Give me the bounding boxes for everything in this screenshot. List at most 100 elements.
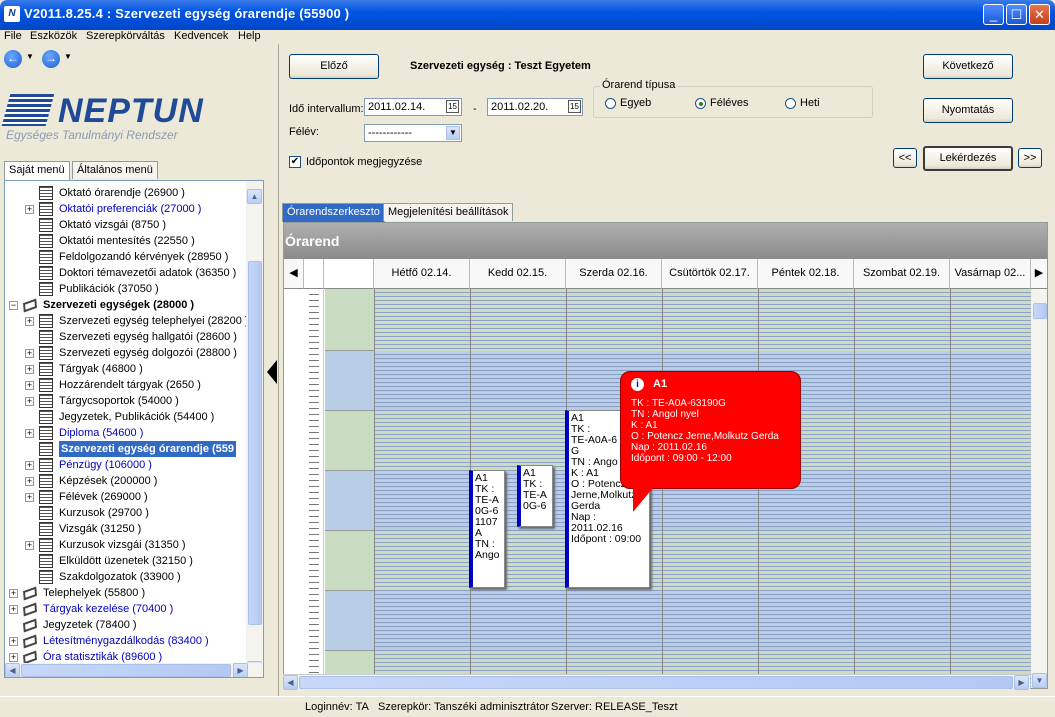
minimize-button[interactable]: _ [983,4,1004,25]
tab-altalanos-menu[interactable]: Általános menü [72,161,158,179]
date-from-value: 2011.02.14. [368,101,426,113]
expand-icon[interactable]: + [25,365,34,374]
tree-item[interactable]: Jegyzetek, Publikációk (54400 ) [5,409,245,425]
tree-vscrollbar[interactable]: ▲ ▼ [246,181,263,676]
grid-scroll-left-icon[interactable]: ◀ [283,675,298,690]
timetable-lane[interactable] [374,289,1031,351]
menu-file[interactable]: File [4,30,22,42]
hscroll-thumb[interactable] [21,664,231,677]
back-week-button[interactable]: << [893,148,917,168]
tree-item[interactable]: Feldolgozandó kérvények (28950 ) [5,249,245,265]
expand-icon[interactable]: + [9,653,18,662]
expand-icon[interactable]: + [9,589,18,598]
menu-help[interactable]: Help [238,30,261,42]
next-button[interactable]: Következő [923,54,1013,79]
scroll-up-icon[interactable]: ▲ [247,189,262,204]
tree-item[interactable]: Kurzusok (29700 ) [5,505,245,521]
prev-button[interactable]: Előző [289,54,379,79]
tree-item[interactable]: − Szervezeti egységek (28000 ) [5,297,245,313]
print-button[interactable]: Nyomtatás [923,98,1013,123]
grid-scroll-right-icon[interactable]: ▶ [1014,675,1029,690]
expand-icon[interactable]: + [9,605,18,614]
tree-item[interactable]: + Oktatói preferenciák (27000 ) [5,201,245,217]
grid-hscroll-thumb[interactable] [299,676,1013,689]
grid-scroll-down-icon[interactable]: ▼ [1032,673,1047,688]
expand-icon[interactable]: + [25,461,34,470]
expand-icon[interactable]: + [25,541,34,550]
tree-item[interactable]: + Szervezeti egység dolgozói (28800 ) [5,345,245,361]
scroll-thumb[interactable] [248,261,262,625]
collapse-icon[interactable]: − [9,301,18,310]
tree-item[interactable]: + Létesítménygazdálkodás (83400 ) [5,633,245,649]
tree-item[interactable]: + Félévek (269000 ) [5,489,245,505]
tree-hscrollbar[interactable]: ◀ ▶ [5,663,263,677]
grid-hscrollbar[interactable]: ◀ ▶ [283,674,1030,690]
tree-item[interactable]: + Diploma (54600 ) [5,425,245,441]
expand-icon[interactable]: + [25,317,34,326]
tree-item[interactable]: Elküldött üzenetek (32150 ) [5,553,245,569]
expand-icon[interactable]: + [25,205,34,214]
tree-item[interactable]: Doktori témavezetői adatok (36350 ) [5,265,245,281]
expand-icon[interactable]: + [25,397,34,406]
query-button[interactable]: Lekérdezés [923,146,1013,171]
menu-kedvencek[interactable]: Kedvencek [174,30,228,42]
forward-dropdown-icon[interactable]: ▼ [64,52,72,61]
expand-icon[interactable]: + [25,477,34,486]
tree-item-label: Szervezeti egység telephelyei (28200 ) [59,315,249,327]
tree-item[interactable]: Szervezeti egység hallgatói (28600 ) [5,329,245,345]
tree-item[interactable]: Publikációk (37050 ) [5,281,245,297]
tab-sajat-menu[interactable]: Saját menü [4,161,70,180]
tree-item[interactable]: Vizsgák (31250 ) [5,521,245,537]
tree-item[interactable]: Oktató órarendje (26900 ) [5,185,245,201]
grid-vscrollbar[interactable]: ▼ [1031,289,1047,688]
close-button[interactable]: ✕ [1029,4,1050,25]
scroll-right-button[interactable]: ▶ [1031,259,1047,289]
scroll-left-button[interactable]: ◀ [284,259,304,289]
tree-item[interactable]: + Tárgyak kezelése (70400 ) [5,601,245,617]
radio-feleves[interactable] [695,98,706,109]
tooltip-line: TN : Angol nyel [631,409,699,420]
event-card-kedd-1[interactable]: A1 TK : TE-A 0G-6 1107 A TN : Ango [469,470,505,588]
tree-item[interactable]: Oktató vizsgái (8750 ) [5,217,245,233]
document-icon [39,346,53,360]
tree-item[interactable]: + Tárgycsoportok (54000 ) [5,393,245,409]
forward-week-button[interactable]: >> [1018,148,1042,168]
document-icon [39,282,53,296]
forward-nav-icon[interactable]: → [42,50,60,68]
expand-icon[interactable]: + [9,637,18,646]
timetable-lane[interactable] [374,591,1031,651]
calendar-from-icon[interactable]: 15 [446,100,459,113]
tree-item[interactable]: + Szervezeti egység telephelyei (28200 ) [5,313,249,329]
radio-heti[interactable] [785,98,796,109]
tree-item[interactable]: + Pénzügy (106000 ) [5,457,245,473]
tree-item[interactable]: + Telephelyek (55800 ) [5,585,245,601]
expand-icon[interactable]: + [25,429,34,438]
back-dropdown-icon[interactable]: ▼ [26,52,34,61]
tree-item[interactable]: + Képzések (200000 ) [5,473,245,489]
tree-item[interactable]: + Tárgyak (46800 ) [5,361,245,377]
tab-orarendszerkeszto[interactable]: Órarendszerkeszto [282,203,385,222]
maximize-button[interactable]: ☐ [1006,4,1027,25]
menu-szerepkorvaltas[interactable]: Szerepkörváltás [86,30,165,42]
chevron-down-icon[interactable]: ▼ [446,126,460,140]
tree-item[interactable]: Szakdolgozatok (33900 ) [5,569,245,585]
scroll-right-icon[interactable]: ▶ [233,663,248,677]
calendar-to-icon[interactable]: 15 [568,100,581,113]
notes-checkbox[interactable]: ✔ [289,156,301,168]
expand-icon[interactable]: + [25,349,34,358]
tree-item[interactable]: Oktatói mentesítés (22550 ) [5,233,245,249]
expand-icon[interactable]: + [25,381,34,390]
expand-icon[interactable]: + [25,493,34,502]
scroll-left-icon[interactable]: ◀ [5,663,20,677]
back-nav-icon[interactable]: ← [4,50,22,68]
tree-item[interactable]: Szervezeti egység órarendje (559 [5,441,245,457]
semester-select[interactable]: ------------ ▼ [364,124,462,142]
radio-egyeb[interactable] [605,98,616,109]
tree-item[interactable]: + Kurzusok vizsgái (31350 ) [5,537,245,553]
tree-item[interactable]: + Hozzárendelt tárgyak (2650 ) [5,377,245,393]
menu-eszkozok[interactable]: Eszközök [30,30,77,42]
grid-scroll-thumb[interactable] [1033,303,1047,319]
tree-item[interactable]: Jegyzetek (78400 ) [5,617,245,633]
tab-megjelenitesi[interactable]: Megjelenítési beállítások [383,203,514,221]
event-card-kedd-2[interactable]: A1 TK : TE-A 0G-6 [517,465,553,527]
